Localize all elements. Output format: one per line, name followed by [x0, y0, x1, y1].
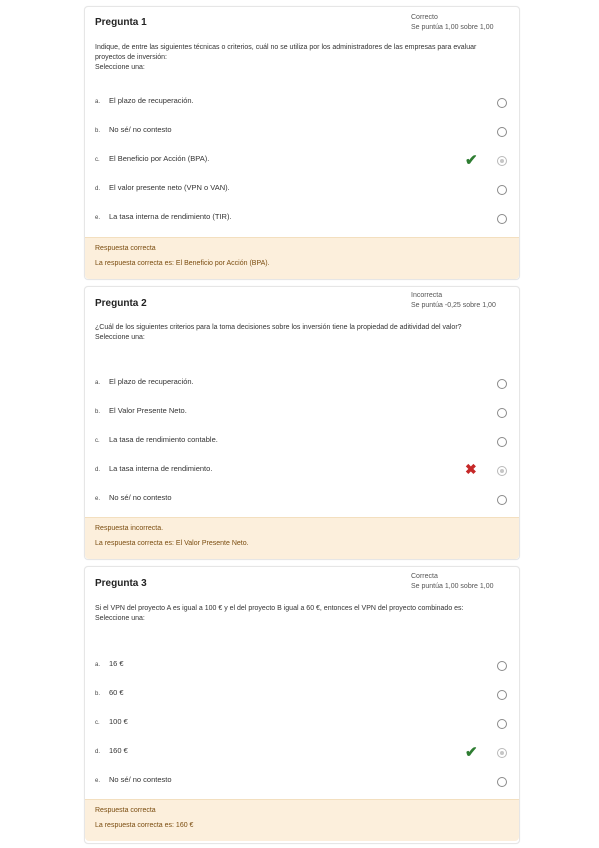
select-label: Seleccione una:: [95, 334, 145, 341]
feedback-answer: La respuesta correcta es: El Beneficio p…: [95, 260, 270, 267]
check-icon: ✔: [465, 152, 478, 169]
option-letter: e.: [95, 778, 101, 784]
option-a[interactable]: a. El plazo de recuperación.: [85, 373, 519, 393]
question-text: Indique, de entre las siguientes técnica…: [95, 43, 507, 73]
check-icon: ✔: [465, 744, 478, 761]
feedback-box: Respuesta correcta La respuesta correcta…: [85, 799, 519, 841]
select-label: Seleccione una:: [95, 615, 145, 622]
radio-button[interactable]: [497, 495, 507, 505]
option-e[interactable]: e. La tasa interna de rendimiento (TIR).: [85, 208, 519, 228]
option-c[interactable]: c. El Beneficio por Acción (BPA). ✔: [85, 150, 519, 170]
option-letter: a.: [95, 662, 101, 668]
score-text: Se puntúa 1,00 sobre 1,00: [411, 24, 494, 31]
question-status: Correcta Se puntúa 1,00 sobre 1,00: [411, 572, 494, 592]
feedback-answer: La respuesta correcta es: 160 €: [95, 822, 194, 829]
option-c[interactable]: c. 100 €: [85, 713, 519, 733]
question-status: Correcto Se puntúa 1,00 sobre 1,00: [411, 13, 494, 33]
status-text: Correcta: [411, 573, 438, 580]
radio-button[interactable]: [497, 185, 507, 195]
status-text: Correcto: [411, 14, 438, 21]
option-d[interactable]: d. La tasa interna de rendimiento. ✖: [85, 460, 519, 480]
radio-button[interactable]: [497, 214, 507, 224]
radio-button[interactable]: [497, 777, 507, 787]
option-letter: b.: [95, 128, 101, 134]
feedback-title: Respuesta incorrecta.: [95, 525, 164, 532]
option-letter: d.: [95, 749, 101, 755]
option-letter: a.: [95, 99, 101, 105]
option-letter: e.: [95, 215, 101, 221]
option-label: El plazo de recuperación.: [109, 96, 194, 105]
question-title: Pregunta 2: [95, 298, 147, 309]
radio-button[interactable]: [497, 661, 507, 671]
option-label: No sé/ no contesto: [109, 493, 172, 502]
option-label: La tasa interna de rendimiento (TIR).: [109, 212, 232, 221]
question-text: ¿Cuál de los siguientes criterios para l…: [95, 323, 507, 343]
question-prompt: Indique, de entre las siguientes técnica…: [95, 44, 477, 61]
option-letter: c.: [95, 157, 100, 163]
question-prompt: Si el VPN del proyecto A es igual a 100 …: [95, 605, 464, 612]
feedback-title: Respuesta correcta: [95, 245, 156, 252]
select-label: Seleccione una:: [95, 64, 145, 71]
option-letter: b.: [95, 691, 101, 697]
question-card-1: Pregunta 1 Correcto Se puntúa 1,00 sobre…: [84, 6, 520, 280]
feedback-title: Respuesta correcta: [95, 807, 156, 814]
radio-button-selected[interactable]: [497, 748, 507, 758]
question-card-2: Pregunta 2 Incorrecta Se puntúa -0,25 so…: [84, 286, 520, 560]
question-title: Pregunta 3: [95, 578, 147, 589]
option-label: 100 €: [109, 717, 128, 726]
radio-button-selected[interactable]: [497, 156, 507, 166]
option-label: No sé/ no contesto: [109, 775, 172, 784]
question-prompt: ¿Cuál de los siguientes criterios para l…: [95, 324, 462, 331]
option-label: 160 €: [109, 746, 128, 755]
option-e[interactable]: e. No sé/ no contesto: [85, 489, 519, 509]
score-text: Se puntúa -0,25 sobre 1,00: [411, 302, 496, 309]
option-label: El plazo de recuperación.: [109, 377, 194, 386]
radio-button-selected[interactable]: [497, 466, 507, 476]
option-c[interactable]: c. La tasa de rendimiento contable.: [85, 431, 519, 451]
option-letter: e.: [95, 496, 101, 502]
option-letter: b.: [95, 409, 101, 415]
option-letter: c.: [95, 720, 100, 726]
option-b[interactable]: b. No sé/ no contesto: [85, 121, 519, 141]
radio-button[interactable]: [497, 98, 507, 108]
option-label: 16 €: [109, 659, 124, 668]
option-letter: c.: [95, 438, 100, 444]
option-letter: a.: [95, 380, 101, 386]
radio-button[interactable]: [497, 690, 507, 700]
question-status: Incorrecta Se puntúa -0,25 sobre 1,00: [411, 291, 496, 311]
option-letter: d.: [95, 467, 101, 473]
feedback-box: Respuesta correcta La respuesta correcta…: [85, 237, 519, 279]
option-label: No sé/ no contesto: [109, 125, 172, 134]
question-card-3: Pregunta 3 Correcta Se puntúa 1,00 sobre…: [84, 566, 520, 844]
option-label: El Beneficio por Acción (BPA).: [109, 154, 210, 163]
radio-button[interactable]: [497, 379, 507, 389]
option-label: La tasa interna de rendimiento.: [109, 464, 213, 473]
radio-button[interactable]: [497, 408, 507, 418]
feedback-answer: La respuesta correcta es: El Valor Prese…: [95, 540, 249, 547]
option-b[interactable]: b. El Valor Presente Neto.: [85, 402, 519, 422]
question-title: Pregunta 1: [95, 17, 147, 28]
option-label: La tasa de rendimiento contable.: [109, 435, 218, 444]
radio-button[interactable]: [497, 127, 507, 137]
cross-icon: ✖: [465, 461, 477, 477]
score-text: Se puntúa 1,00 sobre 1,00: [411, 583, 494, 590]
option-a[interactable]: a. 16 €: [85, 655, 519, 675]
option-label: El Valor Presente Neto.: [109, 406, 187, 415]
feedback-box: Respuesta incorrecta. La respuesta corre…: [85, 517, 519, 559]
option-d[interactable]: d. El valor presente neto (VPN o VAN).: [85, 179, 519, 199]
option-letter: d.: [95, 186, 101, 192]
option-label: El valor presente neto (VPN o VAN).: [109, 183, 230, 192]
question-text: Si el VPN del proyecto A es igual a 100 …: [95, 604, 507, 624]
option-a[interactable]: a. El plazo de recuperación.: [85, 92, 519, 112]
option-b[interactable]: b. 60 €: [85, 684, 519, 704]
option-label: 60 €: [109, 688, 124, 697]
option-d[interactable]: d. 160 € ✔: [85, 742, 519, 762]
status-text: Incorrecta: [411, 292, 443, 299]
radio-button[interactable]: [497, 719, 507, 729]
option-e[interactable]: e. No sé/ no contesto: [85, 771, 519, 791]
radio-button[interactable]: [497, 437, 507, 447]
